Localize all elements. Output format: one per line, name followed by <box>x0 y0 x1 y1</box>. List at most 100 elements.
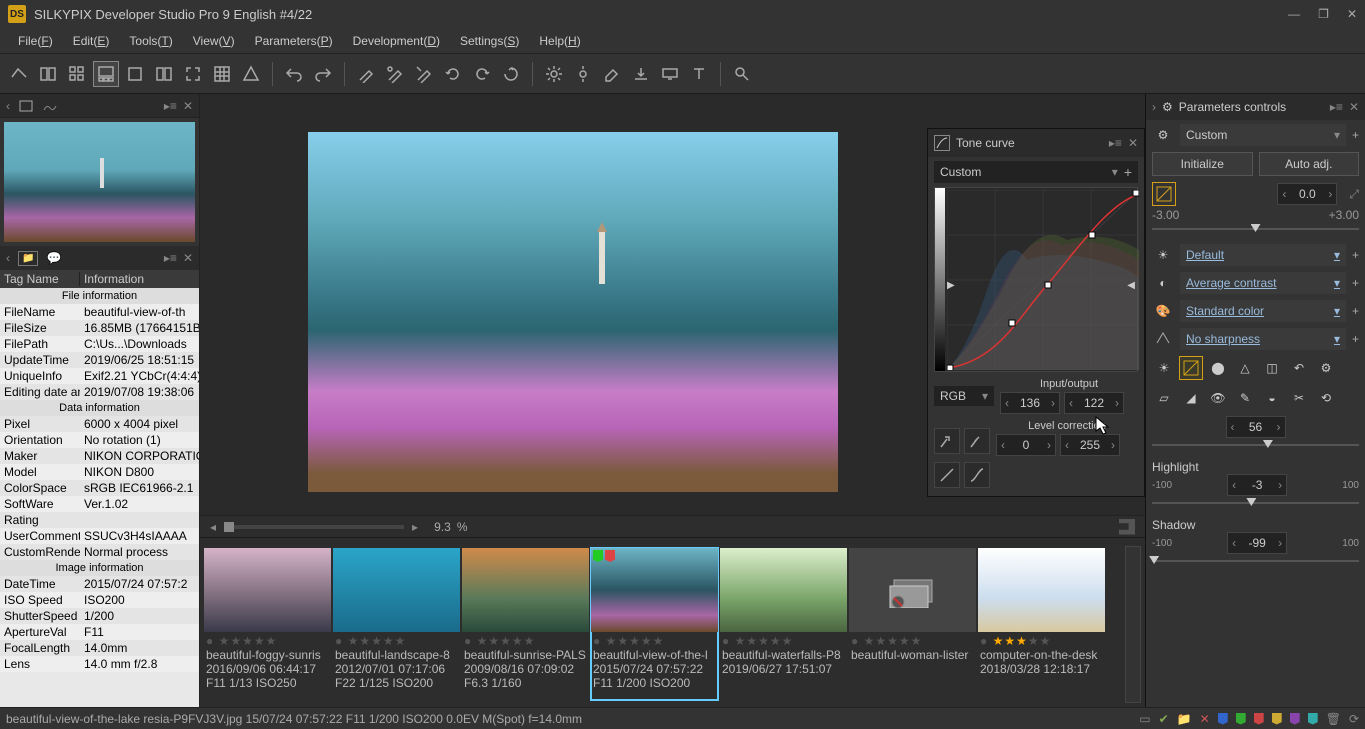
tone-dropdown[interactable]: Average contrast▾ <box>1180 272 1346 294</box>
highlight-slider[interactable] <box>1152 498 1359 508</box>
thumbnail[interactable]: ● ★★★★★beautiful-sunrise-PALS2009/08/16 … <box>462 548 589 700</box>
increase-icon[interactable]: › <box>1107 438 1119 452</box>
wb-dropdown[interactable]: Default▾ <box>1180 244 1346 266</box>
canvas[interactable]: Tone curve ▸≡✕ Custom ▾ + <box>200 94 1145 515</box>
level-white[interactable]: ‹255› <box>1060 434 1120 456</box>
tag-blue-icon[interactable] <box>1218 713 1228 725</box>
chevron-left-icon[interactable]: ‹ <box>6 99 10 113</box>
decrease-icon[interactable]: ‹ <box>1061 438 1073 452</box>
increase-icon[interactable]: › <box>1047 396 1059 410</box>
remove-point-button[interactable] <box>964 428 990 454</box>
eraser-button[interactable] <box>599 61 625 87</box>
thumbnail[interactable]: ● ★★★★★beautiful-waterfalls-P82019/06/27… <box>720 548 847 700</box>
tab-clone-icon[interactable]: ◒ <box>1260 386 1284 410</box>
menu-item[interactable]: Edit(E) <box>63 30 120 52</box>
mid-value[interactable]: ‹56› <box>1226 416 1286 438</box>
brush-b-button[interactable] <box>382 61 408 87</box>
tab-undo-icon[interactable]: ↶ <box>1287 356 1311 380</box>
monitor-button[interactable] <box>657 61 683 87</box>
autoadj-button[interactable]: Auto adj. <box>1259 152 1360 176</box>
navigator-preview[interactable] <box>4 122 195 242</box>
nav-close-icon[interactable]: ✕ <box>183 99 193 113</box>
dock-icon[interactable]: ▸≡ <box>164 251 177 265</box>
tab-sharpen-icon[interactable]: △ <box>1233 356 1257 380</box>
panel-close-icon[interactable]: ✕ <box>1128 136 1138 150</box>
text-button[interactable] <box>686 61 712 87</box>
add-preset-icon[interactable]: + <box>1124 164 1132 180</box>
main-image[interactable] <box>308 132 838 492</box>
tab-reset-icon[interactable]: ⟲ <box>1314 386 1338 410</box>
shadow-slider[interactable] <box>1152 556 1359 566</box>
split-view-button[interactable] <box>151 61 177 87</box>
tab-gear-icon[interactable]: ⚙ <box>1314 356 1338 380</box>
tab-lens-icon[interactable]: 👁 <box>1206 386 1230 410</box>
decrease-icon[interactable]: ‹ <box>1065 396 1077 410</box>
tag-purple-icon[interactable] <box>1290 713 1300 725</box>
folder-close-icon[interactable]: ✕ <box>183 251 193 265</box>
tab-tone-icon[interactable] <box>1179 356 1203 380</box>
tab-brush-icon[interactable]: ✎ <box>1233 386 1257 410</box>
menu-item[interactable]: Tools(T) <box>119 30 182 52</box>
panel-close-icon[interactable]: ✕ <box>1349 100 1359 114</box>
menu-item[interactable]: Parameters(P) <box>245 30 343 52</box>
brush-a-button[interactable] <box>353 61 379 87</box>
decrease-icon[interactable]: ‹ <box>997 438 1009 452</box>
thumbnail[interactable]: ● ★★★★★beautiful-foggy-sunris2016/09/06 … <box>204 548 331 700</box>
tab-wb-icon[interactable]: ☀ <box>1152 356 1176 380</box>
input-value[interactable]: ‹136› <box>1000 392 1060 414</box>
tone-curve-editor[interactable]: ▶ ◀ <box>934 187 1138 372</box>
gear2-button[interactable] <box>570 61 596 87</box>
shadow-value[interactable]: ‹-99› <box>1227 532 1287 554</box>
undo-button[interactable] <box>281 61 307 87</box>
highlight-value[interactable]: ‹-3› <box>1227 474 1287 496</box>
initialize-button[interactable]: Initialize <box>1152 152 1253 176</box>
add-icon[interactable]: + <box>1352 304 1359 318</box>
single-view-button[interactable] <box>122 61 148 87</box>
dock-icon[interactable]: ▸≡ <box>1109 136 1122 150</box>
tab-ball-icon[interactable]: ⬤ <box>1206 356 1230 380</box>
increase-icon[interactable]: › <box>1043 438 1055 452</box>
nav-icon-a[interactable] <box>18 99 34 113</box>
tag-cyan-icon[interactable] <box>1308 713 1318 725</box>
status-refresh-icon[interactable]: ⟳ <box>1349 712 1359 726</box>
folder-icon[interactable]: 📁 <box>18 251 38 266</box>
tag-yellow-icon[interactable] <box>1272 713 1282 725</box>
add-point-button[interactable] <box>934 428 960 454</box>
brush-c-button[interactable] <box>411 61 437 87</box>
decrease-icon[interactable]: ‹ <box>1228 478 1240 492</box>
increase-icon[interactable]: › <box>1111 396 1123 410</box>
increase-icon[interactable]: › <box>1274 536 1286 550</box>
level-black[interactable]: ‹0› <box>996 434 1056 456</box>
tag-red-icon[interactable] <box>1254 713 1264 725</box>
mode-b-button[interactable] <box>35 61 61 87</box>
tab-noise-icon[interactable]: ▱ <box>1152 386 1176 410</box>
menu-item[interactable]: Help(H) <box>529 30 590 52</box>
add-icon[interactable]: + <box>1352 276 1359 290</box>
exposure-value[interactable]: ‹0.0› <box>1277 183 1337 205</box>
exposure-icon[interactable] <box>1152 182 1176 206</box>
tag-green-icon[interactable] <box>1236 713 1246 725</box>
zoom-slider[interactable] <box>224 525 404 529</box>
mode-a-button[interactable] <box>6 61 32 87</box>
increase-icon[interactable]: › <box>1274 478 1286 492</box>
thumbnail[interactable]: ● ★★★★★beautiful-woman-lister <box>849 548 976 700</box>
decrease-icon[interactable]: ‹ <box>1227 420 1239 434</box>
tab-tri-icon[interactable]: ◢ <box>1179 386 1203 410</box>
status-x-icon[interactable]: ✕ <box>1200 712 1210 726</box>
menu-item[interactable]: Settings(S) <box>450 30 529 52</box>
rotate-right-button[interactable] <box>469 61 495 87</box>
add-icon[interactable]: + <box>1352 128 1359 142</box>
warning-button[interactable] <box>238 61 264 87</box>
taste-dropdown[interactable]: Custom▾ <box>1180 124 1346 146</box>
thumbnail[interactable]: ● ★★★★★computer-on-the-desk2018/03/28 12… <box>978 548 1105 700</box>
dock-icon[interactable]: ▸≡ <box>164 99 177 113</box>
status-folder-icon[interactable]: 📁 <box>1177 712 1192 726</box>
decrease-icon[interactable]: ‹ <box>1228 536 1240 550</box>
chevron-right-icon[interactable]: › <box>1152 100 1156 114</box>
output-value[interactable]: ‹122› <box>1064 392 1124 414</box>
tab-cropb-icon[interactable]: ✂ <box>1287 386 1311 410</box>
export-button[interactable] <box>628 61 654 87</box>
rotate-left-button[interactable] <box>440 61 466 87</box>
status-check-icon[interactable]: ✔ <box>1159 712 1169 726</box>
status-icon-a[interactable]: ▭ <box>1139 712 1150 726</box>
